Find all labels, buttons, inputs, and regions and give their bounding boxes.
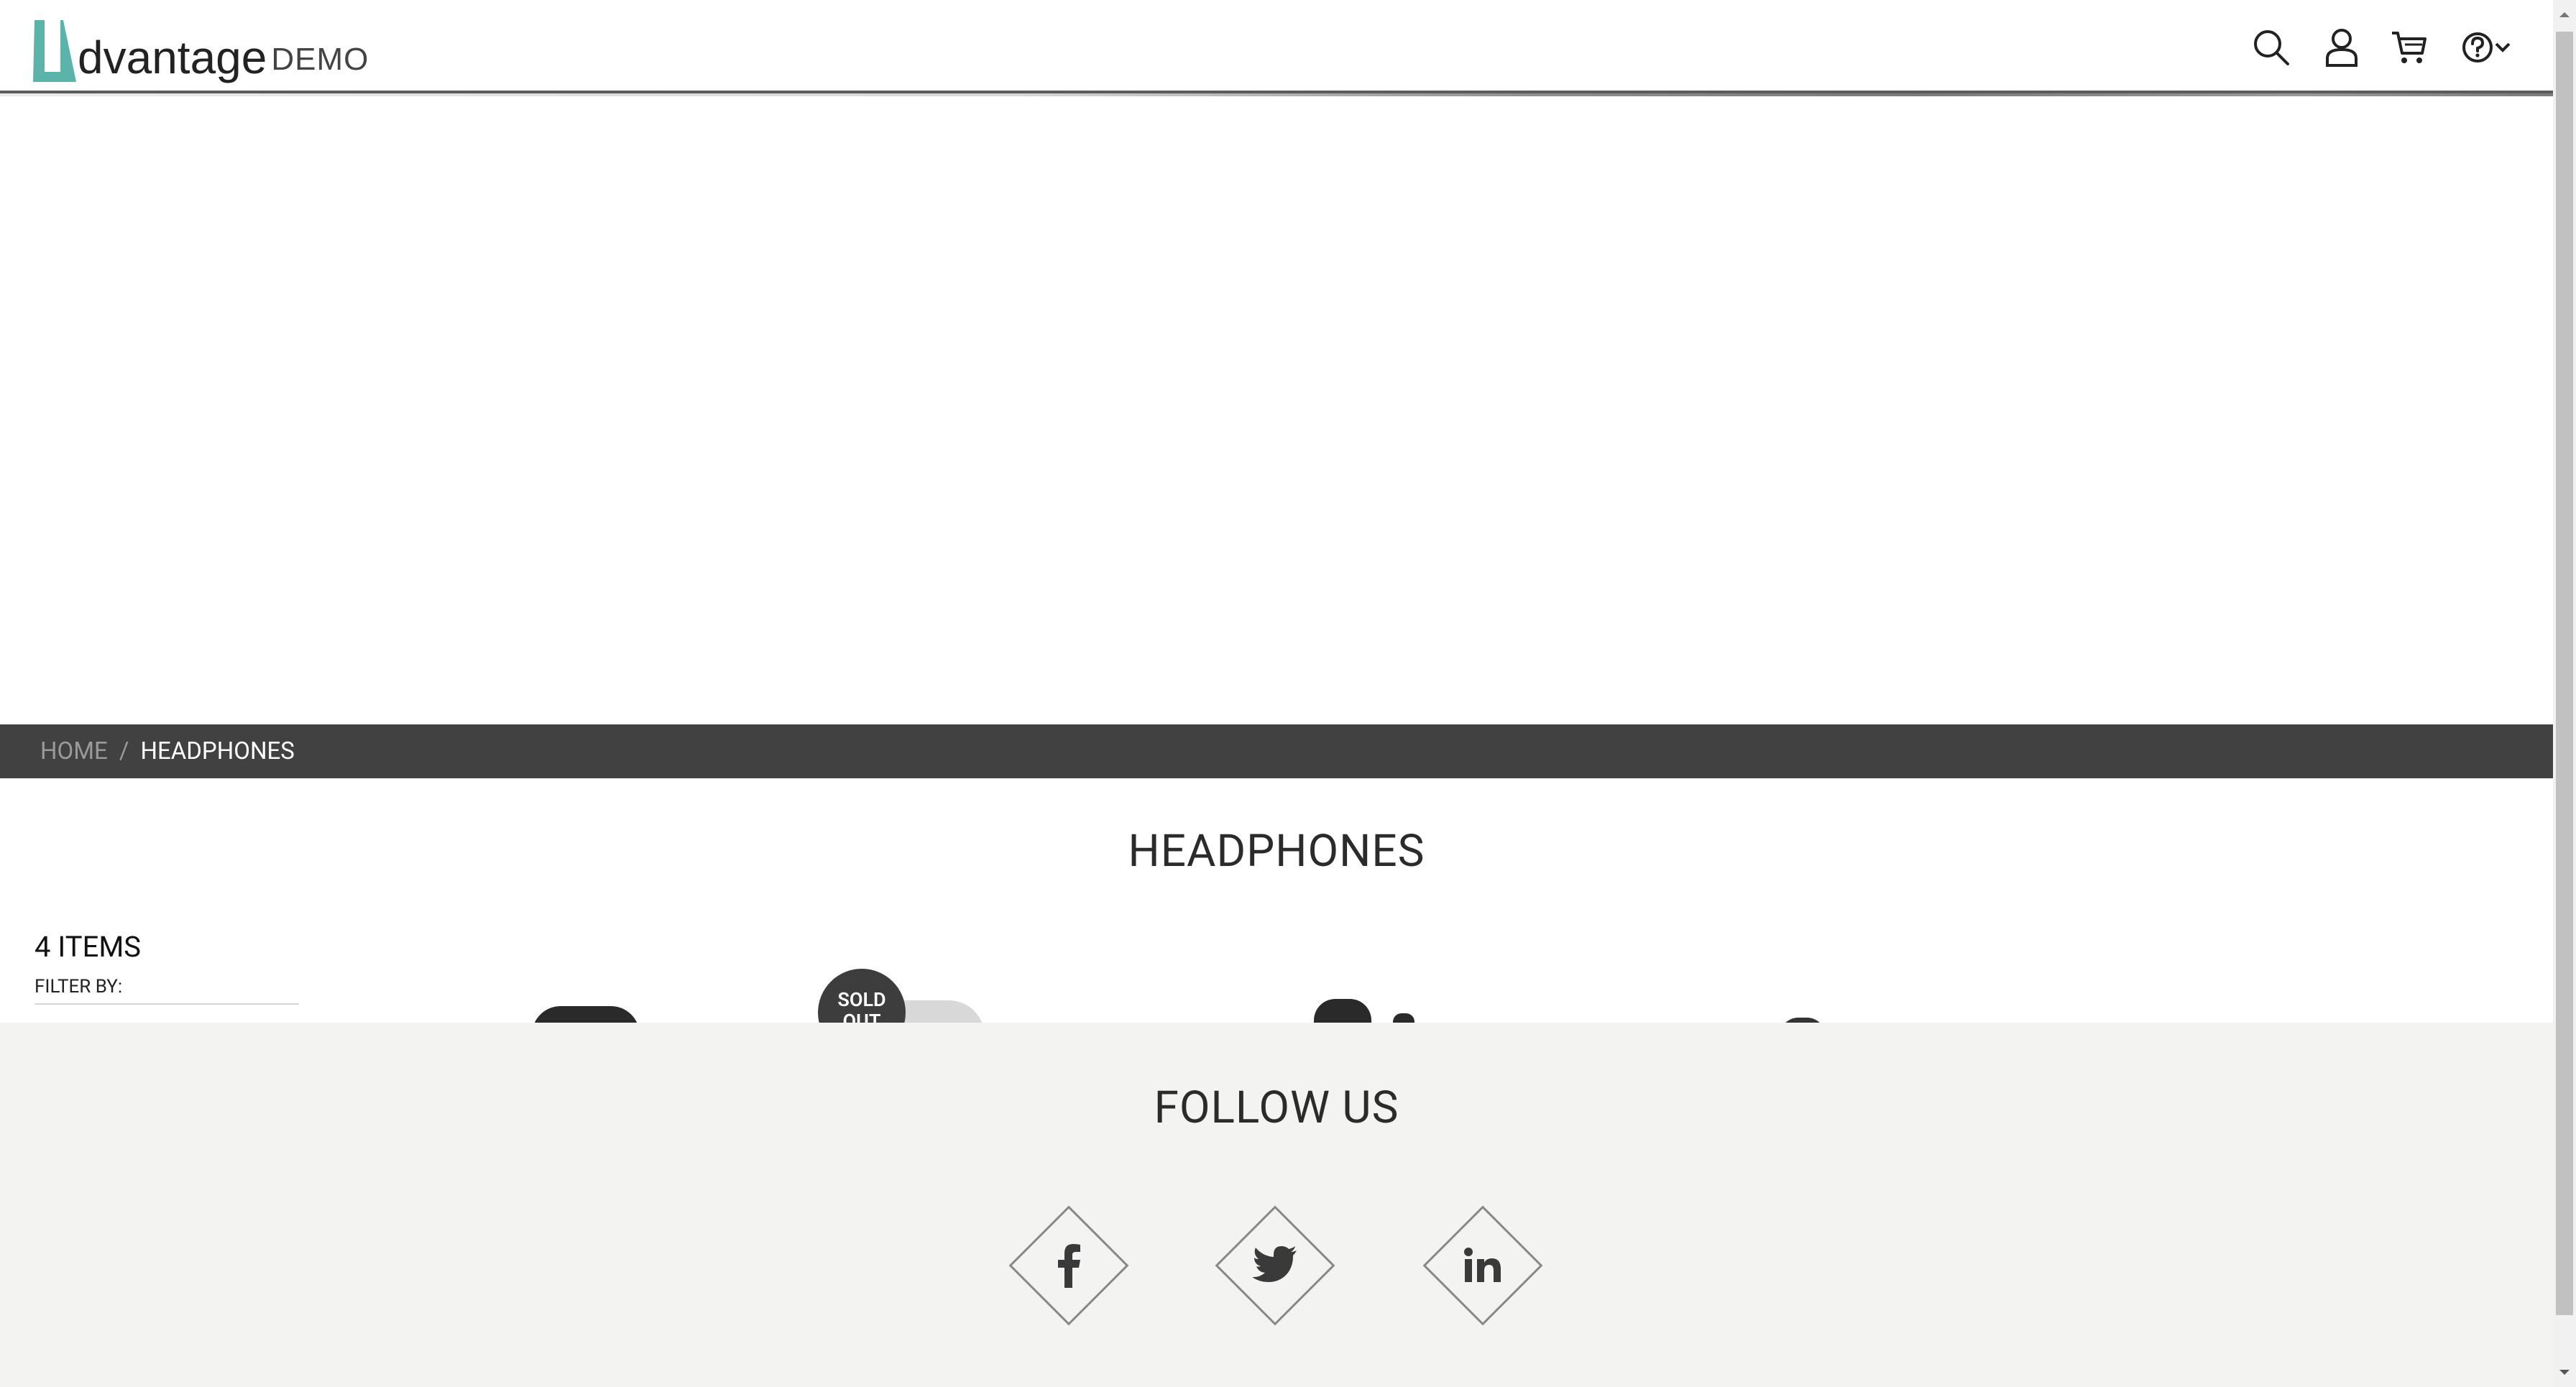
logo-wordmark: dvantage — [78, 32, 267, 83]
filter-by-label[interactable]: FILTER BY: — [34, 976, 122, 997]
help-menu[interactable] — [2455, 26, 2517, 69]
linkedin-link[interactable] — [1422, 1205, 1543, 1326]
scroll-down-arrow-icon[interactable] — [2553, 1358, 2576, 1387]
breadcrumb-current: HEADPHONES — [140, 737, 295, 765]
vertical-scrollbar[interactable] — [2553, 0, 2576, 1387]
breadcrumb-separator: / — [119, 737, 129, 765]
scrollbar-thumb[interactable] — [2556, 32, 2573, 1315]
scroll-up-arrow-icon[interactable] — [2553, 0, 2576, 29]
footer: FOLLOW US — [0, 1023, 2553, 1387]
items-count: 4 ITEMS — [34, 930, 141, 964]
filter-divider — [34, 1003, 299, 1005]
twitter-link[interactable] — [1215, 1205, 1335, 1326]
follow-us-title: FOLLOW US — [1154, 1082, 1399, 1134]
page: dvantage DEMO HOME / HEADPHONES HEADPHON… — [0, 0, 2576, 1387]
breadcrumb: HOME / HEADPHONES — [0, 724, 2553, 778]
linkedin-icon — [1464, 1248, 1501, 1282]
header-actions — [2250, 26, 2517, 69]
twitter-icon — [1252, 1246, 1297, 1282]
logo-a-icon — [33, 20, 76, 82]
category-hero-banner — [0, 96, 2553, 724]
chevron-down-icon — [2495, 42, 2511, 52]
breadcrumb-home-link[interactable]: HOME — [40, 737, 108, 765]
search-icon[interactable] — [2250, 26, 2293, 69]
site-header: dvantage DEMO — [0, 0, 2553, 93]
help-icon — [2462, 32, 2493, 63]
logo[interactable]: dvantage DEMO — [32, 13, 369, 85]
page-title: HEADPHONES — [1128, 825, 1425, 877]
facebook-icon — [1058, 1244, 1080, 1288]
logo-demo-label: DEMO — [271, 42, 369, 77]
user-icon[interactable] — [2320, 26, 2363, 69]
cart-icon[interactable] — [2388, 26, 2431, 69]
facebook-link[interactable] — [1008, 1205, 1129, 1326]
